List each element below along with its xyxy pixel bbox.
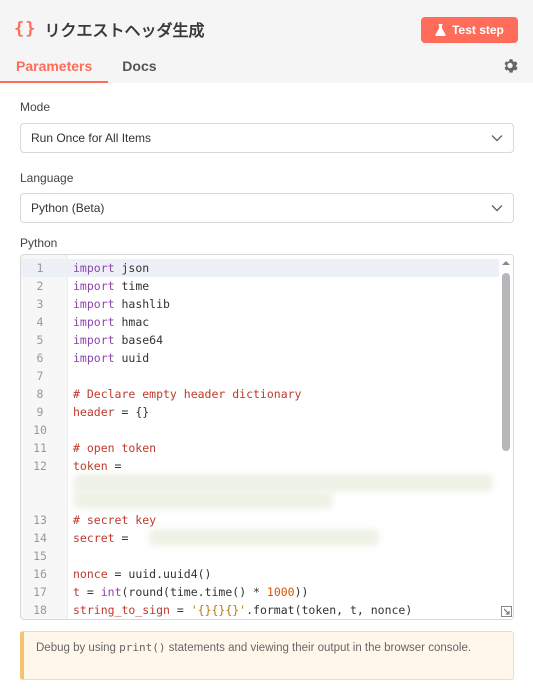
code-line[interactable]: 10 bbox=[21, 421, 499, 439]
flask-icon bbox=[435, 24, 446, 36]
test-step-label: Test step bbox=[452, 23, 504, 37]
code-line[interactable]: 13 # secret key bbox=[21, 511, 499, 529]
mode-label: Mode bbox=[20, 100, 51, 114]
code-editor[interactable]: 1 import json 2 import time 3 import hashli… bbox=[20, 254, 514, 620]
redacted-token bbox=[73, 491, 333, 509]
code-line[interactable]: 17 t = int(round(time.time() * 1000)) bbox=[21, 583, 499, 601]
node-title[interactable]: リクエストヘッダ生成 bbox=[44, 17, 204, 41]
tab-docs[interactable]: Docs bbox=[108, 55, 170, 83]
chevron-down-icon bbox=[491, 205, 503, 212]
language-label: Language bbox=[20, 171, 74, 185]
code-line[interactable]: 12 token = bbox=[21, 457, 499, 475]
tab-bar: Parameters Docs bbox=[0, 55, 171, 83]
code-line[interactable]: 16 nonce = uuid.uuid4() bbox=[21, 565, 499, 583]
code-line[interactable]: 1 import json bbox=[21, 259, 499, 277]
redacted-secret bbox=[149, 529, 379, 546]
code-label: Python bbox=[20, 236, 58, 250]
code-line[interactable]: 4 import hmac bbox=[21, 313, 499, 331]
code-line[interactable]: 15 bbox=[21, 547, 499, 565]
code-line[interactable]: 3 import hashlib bbox=[21, 295, 499, 313]
debug-notice: Debug by using print() statements and vi… bbox=[20, 631, 514, 680]
code-line[interactable]: 6 import uuid bbox=[21, 349, 499, 367]
expand-icon[interactable] bbox=[501, 606, 512, 617]
chevron-down-icon bbox=[491, 135, 503, 142]
language-value: Python (Beta) bbox=[31, 201, 105, 215]
mode-select[interactable]: Run Once for All Items bbox=[20, 123, 514, 153]
code-line[interactable]: 18 string_to_sign = '{}{}{}'.format(token… bbox=[21, 601, 499, 619]
code-line[interactable]: 9 header = {} bbox=[21, 403, 499, 421]
curly-braces-icon: {} bbox=[14, 19, 37, 39]
tab-parameters[interactable]: Parameters bbox=[0, 55, 109, 83]
node-header: {} リクエストヘッダ生成 Test step Parameters Docs bbox=[0, 0, 533, 83]
title-row: {} リクエストヘッダ生成 bbox=[14, 17, 205, 41]
code-line[interactable]: 11 # open token bbox=[21, 439, 499, 457]
code-line[interactable]: 7 bbox=[21, 367, 499, 385]
language-select[interactable]: Python (Beta) bbox=[20, 193, 514, 223]
test-step-button[interactable]: Test step bbox=[421, 17, 518, 43]
code-line[interactable]: 5 import base64 bbox=[21, 331, 499, 349]
redacted-token bbox=[73, 474, 493, 492]
scrollbar-thumb[interactable] bbox=[502, 273, 510, 451]
mode-value: Run Once for All Items bbox=[31, 131, 152, 145]
scroll-up-arrow-icon[interactable] bbox=[502, 259, 510, 267]
code-line[interactable]: 8 # Declare empty header dictionary bbox=[21, 385, 499, 403]
print-code: print() bbox=[119, 641, 166, 654]
gear-icon[interactable] bbox=[503, 58, 519, 74]
code-line[interactable]: 2 import time bbox=[21, 277, 499, 295]
